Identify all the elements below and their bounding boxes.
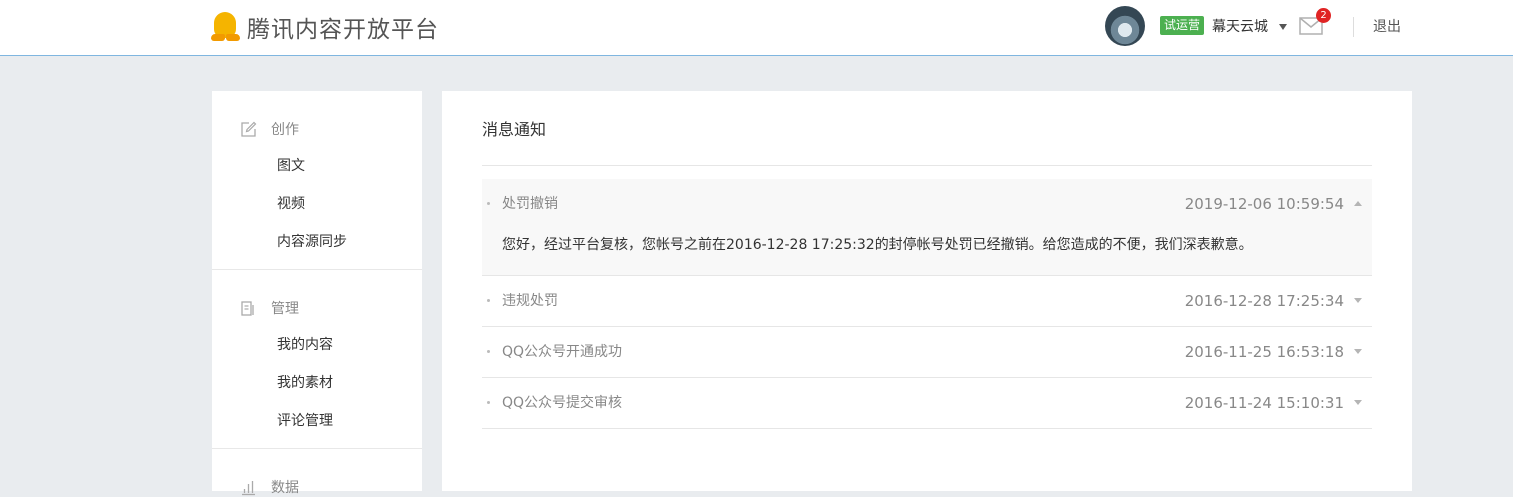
message-item: 处罚撤销 2019-12-06 10:59:54 您好，经过平台复核，您帐号之前… (482, 179, 1372, 276)
message-title: QQ公众号提交审核 (502, 395, 623, 411)
message-time: 2016-11-25 16:53:18 (1184, 343, 1344, 361)
message-time: 2016-11-24 15:10:31 (1184, 394, 1344, 412)
chevron-up-icon[interactable] (1354, 201, 1362, 206)
page-title: 消息通知 (482, 120, 547, 139)
message-title: QQ公众号开通成功 (502, 344, 623, 360)
mail-count-badge: 2 (1316, 8, 1331, 23)
message-list: 处罚撤销 2019-12-06 10:59:54 您好，经过平台复核，您帐号之前… (482, 179, 1372, 429)
sidebar-group-label: 管理 (271, 301, 299, 317)
sidebar-item-my-content[interactable]: 我的内容 (212, 326, 422, 364)
user-area: 试运营 幕天云城 2 退出 (1083, 0, 1513, 56)
sidebar-item-my-materials[interactable]: 我的素材 (212, 364, 422, 402)
bullet-icon (487, 299, 490, 302)
username[interactable]: 幕天云城 (1212, 17, 1268, 37)
sidebar-group-create: 创作 图文 视频 内容源同步 (212, 91, 422, 270)
bullet-icon (487, 202, 490, 205)
qq-penguin-logo-icon (210, 11, 242, 43)
divider (482, 165, 1372, 166)
chevron-down-icon[interactable] (1279, 24, 1287, 30)
sidebar: 创作 图文 视频 内容源同步 管理 我的内容 我的素材 评论管理 数据 (212, 91, 422, 496)
chart-icon (242, 480, 255, 495)
chevron-down-icon[interactable] (1354, 349, 1362, 354)
main-panel: 消息通知 处罚撤销 2019-12-06 10:59:54 您好，经过平台复核，… (442, 91, 1412, 491)
bullet-icon (487, 401, 490, 404)
message-title: 违规处罚 (502, 293, 558, 309)
edit-icon (241, 121, 257, 137)
sidebar-group-header[interactable]: 管理 (212, 298, 422, 318)
manage-icon (241, 300, 254, 316)
message-header[interactable]: 违规处罚 2016-12-28 17:25:34 (482, 276, 1372, 326)
top-bar: 腾讯内容开放平台 试运营 幕天云城 2 退出 (0, 0, 1513, 56)
bullet-icon (487, 350, 490, 353)
sidebar-item-comments[interactable]: 评论管理 (212, 402, 422, 440)
sidebar-group-label: 创作 (271, 122, 299, 138)
brand-title: 腾讯内容开放平台 (247, 17, 439, 43)
sidebar-group-label: 数据 (271, 480, 299, 496)
sidebar-group-data: 数据 (212, 449, 422, 497)
sidebar-group-manage: 管理 我的内容 我的素材 评论管理 (212, 270, 422, 449)
message-header[interactable]: QQ公众号提交审核 2016-11-24 15:10:31 (482, 378, 1372, 428)
message-time: 2016-12-28 17:25:34 (1184, 292, 1344, 310)
avatar[interactable] (1105, 6, 1145, 46)
message-time: 2019-12-06 10:59:54 (1184, 195, 1344, 213)
logout-link[interactable]: 退出 (1373, 17, 1401, 37)
trial-badge: 试运营 (1160, 16, 1205, 35)
message-title: 处罚撤销 (502, 196, 558, 212)
chevron-down-icon[interactable] (1354, 400, 1362, 405)
message-body: 您好，经过平台复核，您帐号之前在2016-12-28 17:25:32的封停帐号… (502, 237, 1253, 253)
sidebar-item-source-sync[interactable]: 内容源同步 (212, 223, 422, 261)
sidebar-item-video[interactable]: 视频 (212, 185, 422, 223)
message-item: QQ公众号提交审核 2016-11-24 15:10:31 (482, 378, 1372, 429)
message-item: 违规处罚 2016-12-28 17:25:34 (482, 276, 1372, 327)
divider (1353, 17, 1354, 37)
brand[interactable]: 腾讯内容开放平台 (210, 10, 439, 44)
sidebar-group-header[interactable]: 创作 (212, 119, 422, 139)
message-header[interactable]: QQ公众号开通成功 2016-11-25 16:53:18 (482, 327, 1372, 377)
sidebar-item-article[interactable]: 图文 (212, 147, 422, 185)
message-header[interactable]: 处罚撤销 2019-12-06 10:59:54 (482, 179, 1372, 229)
sidebar-group-header[interactable]: 数据 (212, 477, 422, 497)
chevron-down-icon[interactable] (1354, 298, 1362, 303)
message-item: QQ公众号开通成功 2016-11-25 16:53:18 (482, 327, 1372, 378)
